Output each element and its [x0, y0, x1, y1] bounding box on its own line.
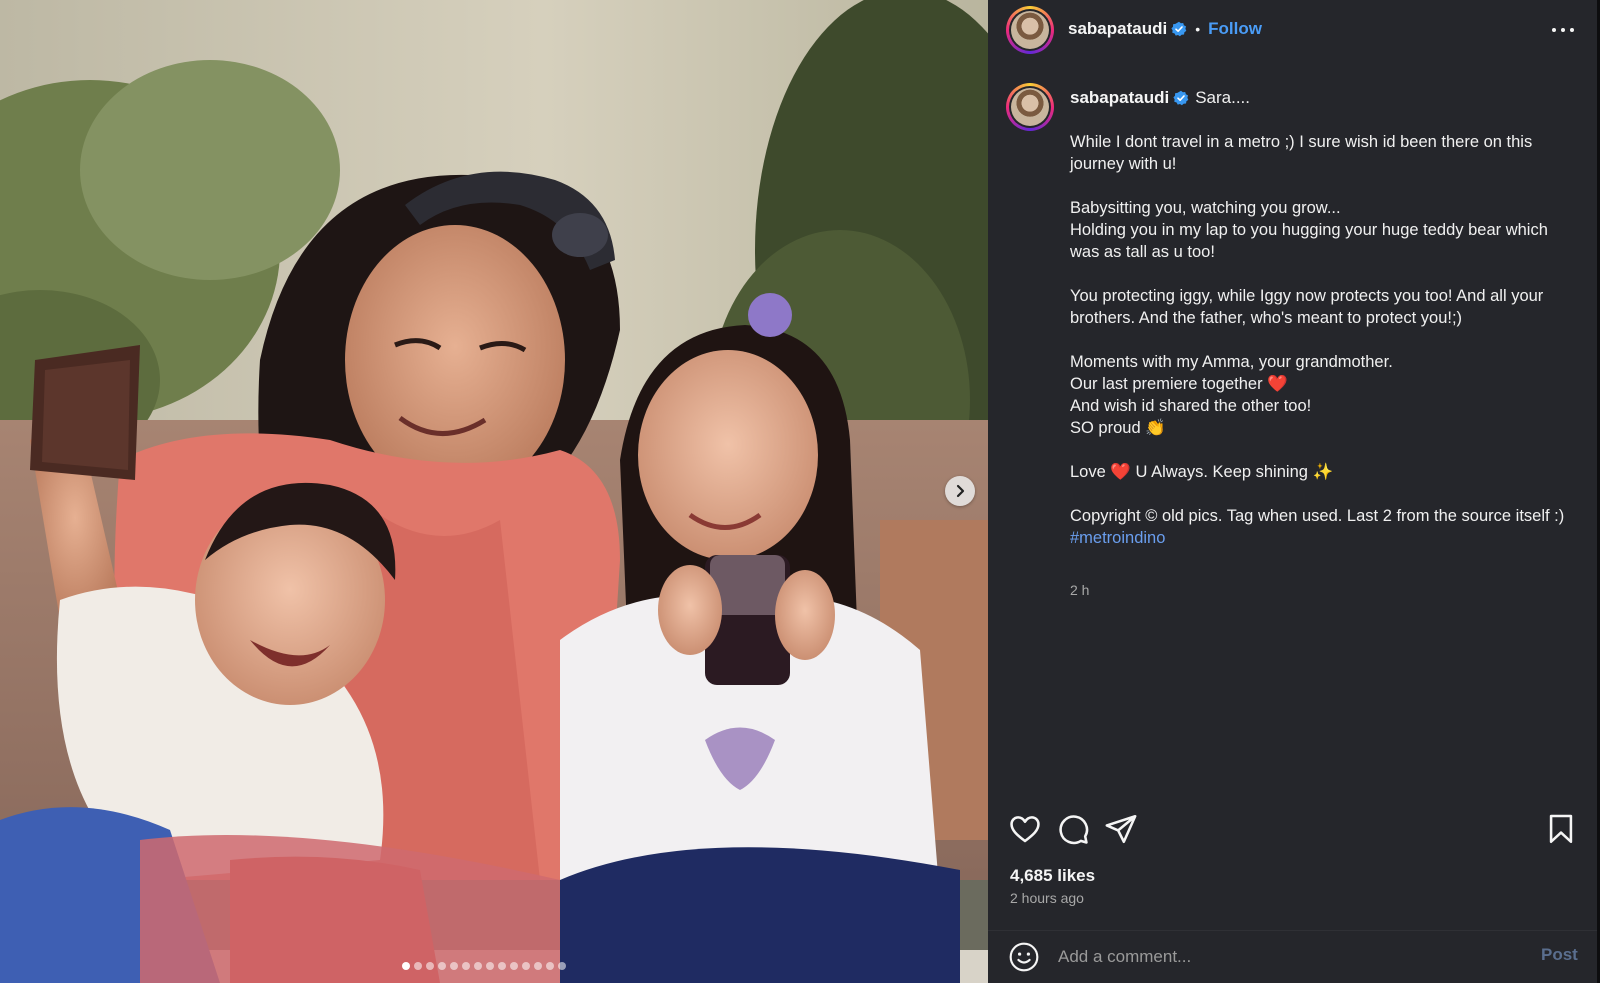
carousel-dot — [474, 962, 482, 970]
share-button[interactable] — [1104, 812, 1138, 846]
caption-paragraph: While I dont travel in a metro ;) I sure… — [1070, 131, 1570, 175]
caption-paragraph: Moments with my Amma, your grandmother. O… — [1070, 351, 1570, 439]
likes-count[interactable]: 4,685 likes — [1010, 866, 1095, 886]
caption-paragraph: Babysitting you, watching you grow... Hol… — [1070, 197, 1570, 263]
emoji-icon — [1009, 942, 1039, 972]
action-bar — [1008, 812, 1578, 848]
caption-paragraph: Copyright © old pics. Tag when used. Las… — [1070, 505, 1570, 527]
carousel-dot — [450, 962, 458, 970]
caption-line: SO proud 👏 — [1070, 419, 1166, 437]
carousel-dot — [522, 962, 530, 970]
caption-line: Our last premiere together ❤️ — [1070, 375, 1288, 393]
caption-username[interactable]: sabapataudi — [1070, 88, 1169, 108]
carousel-dot — [546, 962, 554, 970]
carousel-dot — [414, 962, 422, 970]
avatar[interactable] — [1006, 6, 1054, 54]
header-separator: • — [1195, 21, 1201, 37]
chevron-right-icon — [956, 484, 965, 498]
post-time[interactable]: 2 hours ago — [1010, 890, 1084, 906]
caption-header: sabapataudi Sara.... — [1070, 88, 1250, 108]
follow-button[interactable]: Follow — [1208, 19, 1262, 39]
caption-line: Copyright © old pics. Tag when used. Las… — [1070, 507, 1565, 525]
carousel-dot — [534, 962, 542, 970]
more-horizontal-icon — [1552, 28, 1556, 32]
heart-icon — [1010, 816, 1040, 843]
post-photo — [0, 0, 988, 983]
like-button[interactable] — [1008, 812, 1042, 846]
carousel-dot — [510, 962, 518, 970]
save-button[interactable] — [1544, 812, 1578, 846]
caption-time: 2 h — [1070, 582, 1090, 598]
caption-title: Sara.... — [1195, 88, 1251, 107]
caption-line: Love ❤️ U Always. Keep shining ✨ — [1070, 463, 1334, 481]
post-details-panel: sabapataudi • Follow sabapataudi Sara...… — [988, 0, 1600, 983]
carousel-indicator — [402, 962, 566, 970]
carousel-dot — [426, 962, 434, 970]
header-user: sabapataudi • Follow — [1068, 19, 1262, 39]
send-icon — [1105, 814, 1137, 844]
post-header: sabapataudi • Follow — [988, 0, 1597, 60]
post-comment-button[interactable]: Post — [1541, 945, 1578, 965]
post-media[interactable] — [0, 0, 988, 983]
caption-line: Holding you in my lap to you hugging you… — [1070, 221, 1548, 261]
carousel-dot — [498, 962, 506, 970]
caption-text: While I dont travel in a metro ;) I sure… — [1070, 131, 1570, 549]
bookmark-icon — [1549, 814, 1573, 844]
header-username[interactable]: sabapataudi — [1068, 19, 1167, 39]
carousel-dot — [486, 962, 494, 970]
comment-bar: Post — [988, 930, 1597, 983]
comment-button[interactable] — [1056, 812, 1090, 846]
hashtag-link[interactable]: #metroindino — [1070, 527, 1570, 549]
caption-paragraph: Love ❤️ U Always. Keep shining ✨ — [1070, 461, 1570, 483]
carousel-dot — [462, 962, 470, 970]
carousel-dot — [558, 962, 566, 970]
caption-line: You protecting iggy, while Iggy now prot… — [1070, 287, 1544, 327]
comment-icon — [1059, 815, 1089, 845]
caption-line: While I dont travel in a metro ;) I sure… — [1070, 133, 1533, 173]
caption-line: Moments with my Amma, your grandmother. — [1070, 353, 1393, 371]
emoji-button[interactable] — [1008, 941, 1040, 973]
verified-badge-icon — [1173, 90, 1189, 106]
carousel-dot — [402, 962, 410, 970]
caption-avatar[interactable] — [1006, 83, 1054, 131]
comment-input[interactable] — [1058, 943, 1498, 971]
caption-paragraph: You protecting iggy, while Iggy now prot… — [1070, 285, 1570, 329]
caption-line: Babysitting you, watching you grow... — [1070, 199, 1341, 217]
more-options-button[interactable] — [1548, 18, 1578, 42]
next-slide-button[interactable] — [945, 476, 975, 506]
caption-line: And wish id shared the other too! — [1070, 397, 1312, 415]
carousel-dot — [438, 962, 446, 970]
verified-badge-icon — [1171, 21, 1187, 37]
